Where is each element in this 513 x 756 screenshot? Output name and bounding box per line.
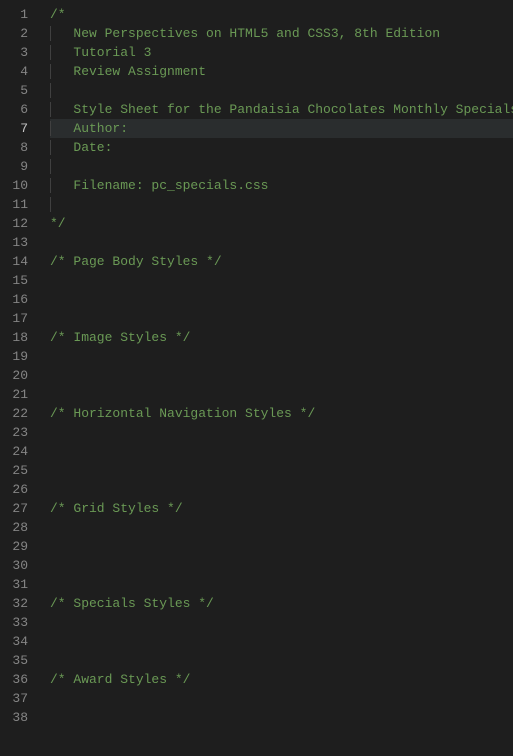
line-number: 31 xyxy=(0,575,42,594)
code-line[interactable] xyxy=(50,233,513,252)
line-number: 26 xyxy=(0,480,42,499)
line-number: 5 xyxy=(0,81,42,100)
code-text: /* Horizontal Navigation Styles */ xyxy=(50,406,315,421)
code-line[interactable] xyxy=(50,651,513,670)
code-text: Style Sheet for the Pandaisia Chocolates… xyxy=(73,102,513,117)
code-text: /* xyxy=(50,7,66,22)
line-number: 29 xyxy=(0,537,42,556)
code-line[interactable] xyxy=(50,385,513,404)
line-number: 36 xyxy=(0,670,42,689)
line-number: 11 xyxy=(0,195,42,214)
code-line[interactable]: /* Specials Styles */ xyxy=(50,594,513,613)
code-line[interactable]: /* Award Styles */ xyxy=(50,670,513,689)
code-line[interactable] xyxy=(50,613,513,632)
code-line[interactable] xyxy=(50,290,513,309)
line-number: 28 xyxy=(0,518,42,537)
code-text: /* Grid Styles */ xyxy=(50,501,183,516)
line-number: 19 xyxy=(0,347,42,366)
line-number: 37 xyxy=(0,689,42,708)
line-number: 32 xyxy=(0,594,42,613)
code-line[interactable]: Filename: pc_specials.css xyxy=(50,176,513,195)
code-line[interactable] xyxy=(50,366,513,385)
code-line[interactable] xyxy=(50,347,513,366)
code-line[interactable]: */ xyxy=(50,214,513,233)
code-line[interactable] xyxy=(50,195,513,214)
code-text: Date: xyxy=(73,140,128,155)
line-number: 21 xyxy=(0,385,42,404)
line-number: 23 xyxy=(0,423,42,442)
line-number: 3 xyxy=(0,43,42,62)
code-line[interactable] xyxy=(50,157,513,176)
line-number: 18 xyxy=(0,328,42,347)
line-number: 33 xyxy=(0,613,42,632)
code-line[interactable]: /* Horizontal Navigation Styles */ xyxy=(50,404,513,423)
code-text: Filename: pc_specials.css xyxy=(73,178,268,193)
code-line[interactable] xyxy=(50,518,513,537)
line-number: 27 xyxy=(0,499,42,518)
line-number: 4 xyxy=(0,62,42,81)
code-text: */ xyxy=(50,216,66,231)
code-line[interactable] xyxy=(50,537,513,556)
code-line[interactable] xyxy=(50,461,513,480)
line-number: 38 xyxy=(0,708,42,727)
line-number: 22 xyxy=(0,404,42,423)
line-number: 9 xyxy=(0,157,42,176)
code-line[interactable] xyxy=(50,442,513,461)
code-line[interactable]: New Perspectives on HTML5 and CSS3, 8th … xyxy=(50,24,513,43)
code-line[interactable] xyxy=(50,632,513,651)
code-text: /* Image Styles */ xyxy=(50,330,190,345)
line-number: 15 xyxy=(0,271,42,290)
code-line[interactable] xyxy=(50,81,513,100)
line-number: 13 xyxy=(0,233,42,252)
code-line[interactable] xyxy=(50,556,513,575)
code-line[interactable] xyxy=(50,309,513,328)
line-number-gutter: 1234567891011121314151617181920212223242… xyxy=(0,0,42,756)
line-number: 30 xyxy=(0,556,42,575)
line-number: 20 xyxy=(0,366,42,385)
code-line[interactable] xyxy=(50,708,513,727)
code-line[interactable]: Date: xyxy=(50,138,513,157)
code-line[interactable]: Tutorial 3 xyxy=(50,43,513,62)
line-number: 1 xyxy=(0,5,42,24)
line-number: 34 xyxy=(0,632,42,651)
code-editor[interactable]: 1234567891011121314151617181920212223242… xyxy=(0,0,513,756)
line-number: 14 xyxy=(0,252,42,271)
line-number: 24 xyxy=(0,442,42,461)
line-number: 7 xyxy=(0,119,42,138)
line-number: 35 xyxy=(0,651,42,670)
line-number: 8 xyxy=(0,138,42,157)
code-area[interactable]: /* New Perspectives on HTML5 and CSS3, 8… xyxy=(42,0,513,756)
line-number: 2 xyxy=(0,24,42,43)
code-line[interactable] xyxy=(50,480,513,499)
code-line[interactable] xyxy=(50,689,513,708)
line-number: 16 xyxy=(0,290,42,309)
code-text: Tutorial 3 xyxy=(73,45,151,60)
line-number: 10 xyxy=(0,176,42,195)
line-number: 12 xyxy=(0,214,42,233)
code-text: /* Page Body Styles */ xyxy=(50,254,222,269)
code-line[interactable]: /* Image Styles */ xyxy=(50,328,513,347)
code-line[interactable] xyxy=(50,575,513,594)
line-number: 25 xyxy=(0,461,42,480)
code-line[interactable]: /* xyxy=(50,5,513,24)
line-number: 6 xyxy=(0,100,42,119)
code-text: Review Assignment xyxy=(73,64,206,79)
code-line[interactable]: /* Grid Styles */ xyxy=(50,499,513,518)
code-text: /* Award Styles */ xyxy=(50,672,190,687)
code-line[interactable]: /* Page Body Styles */ xyxy=(50,252,513,271)
code-line[interactable] xyxy=(50,423,513,442)
code-line[interactable]: Author: xyxy=(50,119,513,138)
code-text: /* Specials Styles */ xyxy=(50,596,214,611)
code-text: Author: xyxy=(73,121,135,136)
code-line[interactable] xyxy=(50,271,513,290)
line-number: 17 xyxy=(0,309,42,328)
code-text: New Perspectives on HTML5 and CSS3, 8th … xyxy=(73,26,440,41)
code-line[interactable]: Style Sheet for the Pandaisia Chocolates… xyxy=(50,100,513,119)
code-line[interactable]: Review Assignment xyxy=(50,62,513,81)
